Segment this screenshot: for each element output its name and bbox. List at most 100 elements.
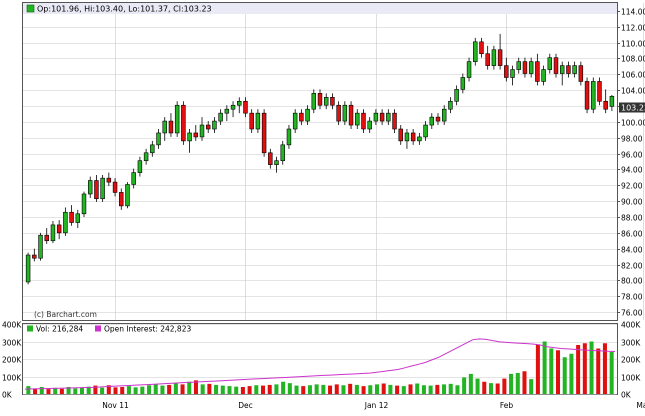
candle-body: [553, 57, 559, 74]
candle-body: [597, 81, 602, 102]
volume-bar: [354, 384, 359, 394]
price-tick-label: 78.00: [621, 293, 643, 302]
volume-tick-label-right: 0K: [621, 391, 632, 400]
ohlc-legend-swatch: [26, 4, 35, 13]
candle-body: [187, 132, 192, 142]
volume-bar: [281, 381, 286, 394]
candle-body: [361, 112, 366, 130]
volume-bar: [549, 348, 554, 394]
candle-body: [448, 100, 453, 110]
volume-bar: [39, 387, 44, 394]
price-tick-label: 98.00: [621, 135, 643, 144]
volume-bar: [227, 386, 232, 394]
volume-bar: [589, 341, 594, 394]
volume-bar: [428, 385, 433, 394]
volume-bar: [26, 386, 31, 394]
candle-body: [609, 95, 615, 107]
volume-tick-label-left: 0K: [2, 391, 13, 400]
x-tick-label: Jan 12: [364, 401, 389, 410]
candle-body: [237, 100, 242, 106]
volume-bar: [240, 387, 245, 394]
x-tick-label: Feb: [500, 401, 514, 410]
price-tick-label: 86.00: [621, 230, 643, 239]
volume-bar: [274, 384, 279, 394]
candle-body: [578, 65, 584, 82]
candle-body: [131, 172, 136, 185]
price-tick-label: 110.00: [621, 40, 645, 49]
volume-bar: [381, 383, 386, 394]
candle-body: [112, 181, 118, 193]
candle-body: [441, 108, 447, 122]
vol-legend-swatch: [27, 325, 33, 332]
volume-bar: [33, 388, 38, 394]
price-tick-label: 88.00: [621, 214, 643, 223]
candle-body: [106, 177, 112, 183]
volume-tick-label-left: 100K: [2, 374, 22, 383]
volume-bar: [147, 385, 152, 394]
volume-tick-label-right: 200K: [621, 356, 641, 365]
price-tick-label: 92.00: [621, 182, 643, 191]
candle-body: [392, 112, 397, 130]
candle-body: [286, 128, 292, 146]
price-tick-label: 114.00: [621, 8, 645, 17]
chart-canvas: 114.00112.00110.00108.00106.00104.00102.…: [2, 2, 645, 410]
volume-bar: [220, 385, 225, 394]
volume-bar: [120, 387, 125, 394]
volume-bar: [455, 385, 460, 394]
candle-body: [38, 234, 43, 259]
volume-bar: [556, 350, 561, 394]
volume-bar: [609, 352, 614, 394]
volume-bar: [462, 377, 467, 394]
candle-body: [584, 81, 590, 110]
price-tick-label: 84.00: [621, 246, 643, 255]
volume-bar: [529, 379, 534, 394]
vol-legend-label: Vol: 216,284: [36, 325, 83, 334]
volume-bar: [368, 385, 373, 394]
volume-bar: [361, 386, 366, 394]
price-tick-label: 106.00: [621, 71, 645, 80]
price-tick-label: 100.00: [621, 119, 645, 128]
candle-body: [268, 152, 273, 165]
price-tick-label: 82.00: [621, 262, 643, 271]
volume-bar: [180, 384, 185, 394]
volume-bar: [348, 383, 353, 394]
volume-bar: [187, 381, 192, 394]
candle-body: [460, 77, 466, 90]
volume-bar: [475, 378, 480, 394]
volume-bar: [254, 385, 259, 394]
candle-body: [137, 160, 143, 173]
volume-bar: [596, 348, 601, 394]
volume-bar: [334, 384, 339, 394]
volume-bar: [395, 385, 400, 394]
candle-body: [367, 120, 372, 130]
volume-bar: [59, 388, 64, 394]
candle-body: [373, 112, 379, 122]
price-panel-frame: [22, 2, 618, 321]
volume-bar: [509, 373, 514, 394]
candle-body: [485, 53, 490, 66]
candle-body: [69, 211, 74, 223]
candle-body: [249, 112, 254, 130]
volume-panel-frame: [22, 323, 618, 395]
ohlc-summary-text: Op:101.96, Hi:103.40, Lo:101.37, Cl:103.…: [37, 5, 212, 14]
candle-body: [56, 224, 62, 234]
candle-body: [348, 104, 354, 126]
volume-bar: [247, 386, 252, 394]
volume-bar: [214, 384, 219, 394]
volume-bar: [522, 371, 527, 394]
candle-body: [280, 144, 285, 162]
candle-body: [528, 61, 534, 74]
volume-bar: [488, 383, 493, 394]
candle-body: [75, 213, 81, 223]
candle-body: [199, 124, 205, 138]
price-tick-label: 112.00: [621, 24, 645, 33]
volume-bar: [495, 383, 500, 394]
volume-tick-label-right: 400K: [621, 321, 641, 330]
candle-body: [218, 112, 223, 122]
last-price-label: 103.23: [621, 104, 645, 113]
volume-bar: [562, 357, 567, 394]
candle-body: [336, 104, 341, 122]
volume-bar: [133, 387, 138, 394]
candle-body: [504, 65, 509, 78]
volume-bar: [140, 386, 145, 394]
